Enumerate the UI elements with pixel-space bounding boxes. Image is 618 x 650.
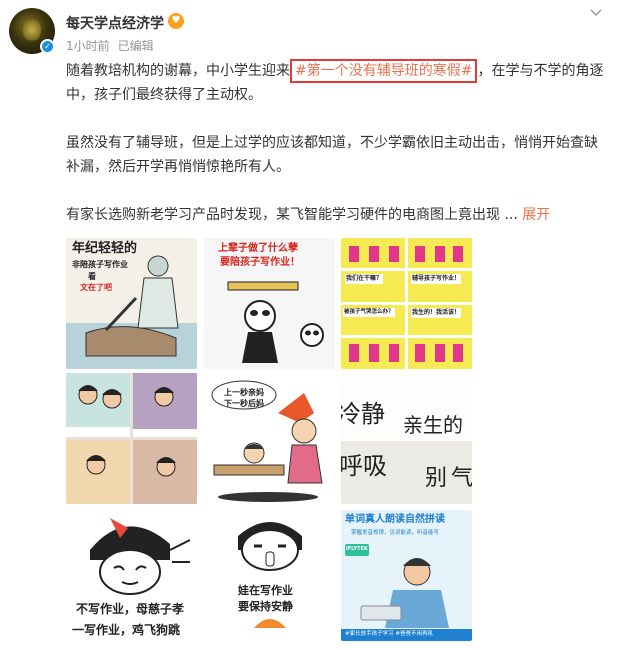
img9-title: 单词真人朗读自然拼读 — [345, 514, 445, 525]
img9-brand: iFLYTEK — [346, 546, 368, 552]
post-paragraph-3: 有家长选购新老学习产品时发现，某飞智能学习硬件的电商图上竟出现 ... 展开 — [66, 207, 551, 223]
post-paragraph-2: 虽然没有了辅导班，但是上过学的应该都知道，不少学霸依旧主动出击，悄悄开始查缺补漏… — [66, 135, 598, 175]
img1-caption-1: 年纪轻轻的 — [72, 241, 138, 256]
img3-bubble-2: 辅导孩子写作业！ — [411, 274, 462, 284]
comic-grid-illustration — [341, 238, 472, 369]
img1-caption-4: 文在了吧 — [80, 283, 112, 292]
img9-subtitle: 掌握发音规律，见词能读，听音能写 — [351, 530, 440, 536]
img3-bubble-4: 我生的！我活该！ — [411, 308, 462, 318]
topic-hashtag[interactable]: #第一个没有辅导班的寒假# — [290, 59, 478, 83]
vintage-comic-grid-illustration — [66, 373, 197, 504]
img6-word-1: 冷静 — [341, 400, 385, 428]
mushroom-head-meme-illustration — [90, 518, 191, 595]
post-image-3[interactable]: 我们在干嘛？ 辅导孩子写作业！ 被孩子气哭怎么办？ 我生的！我活该！ — [341, 238, 472, 369]
verified-badge-icon: ✓ — [40, 39, 55, 54]
expand-link[interactable]: 展开 — [522, 207, 550, 223]
img3-bubble-1: 我们在干嘛？ — [345, 274, 384, 284]
img7-caption-2: 一写作业，鸡飞狗跳 — [72, 623, 181, 637]
post-paragraph-1: 随着教培机构的谢幕，中小学生迎来 #第一个没有辅导班的寒假# ，在学与不学的角逐中，… — [66, 59, 606, 107]
img2-caption-2: 要陪孩子写作业！ — [220, 257, 300, 268]
img6-word-3: 呼吸 — [341, 452, 387, 480]
author-name[interactable]: 每天学点经济学 — [66, 13, 164, 33]
img3-bubble-3: 被孩子气哭怎么办？ — [343, 308, 395, 317]
post-image-2[interactable]: 上辈子做了什么孽 要陪孩子写作业！ — [204, 238, 335, 369]
img7-caption-1: 不写作业，母慈子孝 — [76, 602, 185, 616]
img9-footer: #家长放手孩子学习 #爸爸不用再吼 — [345, 631, 433, 637]
img6-word-2: 亲生的 — [403, 413, 463, 437]
weibo-post-card: ✓ 每天学点经济学 ♥ 1小时前 已编辑 随着教培机构的谢幕，中小学生迎来 #第一个… — [0, 0, 618, 650]
post-image-1[interactable]: 年纪轻轻的 非陪孩子写作业 看 文在了吧 — [66, 238, 197, 369]
img5-caption-2: 下一秒后妈 — [224, 399, 264, 408]
img1-caption-2: 非陪孩子写作业 — [72, 260, 128, 269]
doctor-cartoon-illustration — [66, 255, 197, 369]
img6-word-4: 别 — [425, 466, 448, 491]
img8-caption-2: 要保持安静 — [238, 600, 293, 613]
img1-caption-3: 看 — [88, 272, 96, 281]
post-image-4[interactable] — [66, 373, 197, 504]
post-image-5[interactable]: 上一秒亲妈 下一秒后妈 — [204, 373, 335, 504]
img5-caption-1: 上一秒亲妈 — [224, 388, 264, 397]
post-meta: 1小时前 已编辑 — [66, 37, 154, 54]
edited-label: 已编辑 — [117, 39, 154, 53]
post-image-8[interactable]: 娃在写作业 要保持安静 — [204, 510, 335, 641]
post-image-9[interactable]: 单词真人朗读自然拼读 掌握发音规律，见词能读，听音能写 iFLYTEK #家长放… — [341, 510, 472, 641]
quiet-meme-illustration — [238, 522, 302, 628]
img6-word-5: 气 — [451, 466, 472, 491]
vip-badge-icon[interactable]: ♥ — [168, 13, 184, 29]
post-image-6[interactable]: 冷静 亲生的 呼吸 别 气 — [341, 373, 472, 504]
post-time[interactable]: 1小时前 — [66, 39, 110, 53]
chevron-down-icon[interactable] — [589, 6, 603, 20]
img8-caption-1: 娃在写作业 — [238, 584, 293, 597]
post-image-7[interactable]: 不写作业，母慈子孝 一写作业，鸡飞狗跳 — [66, 510, 197, 641]
img2-caption-1: 上辈子做了什么孽 — [218, 243, 298, 254]
